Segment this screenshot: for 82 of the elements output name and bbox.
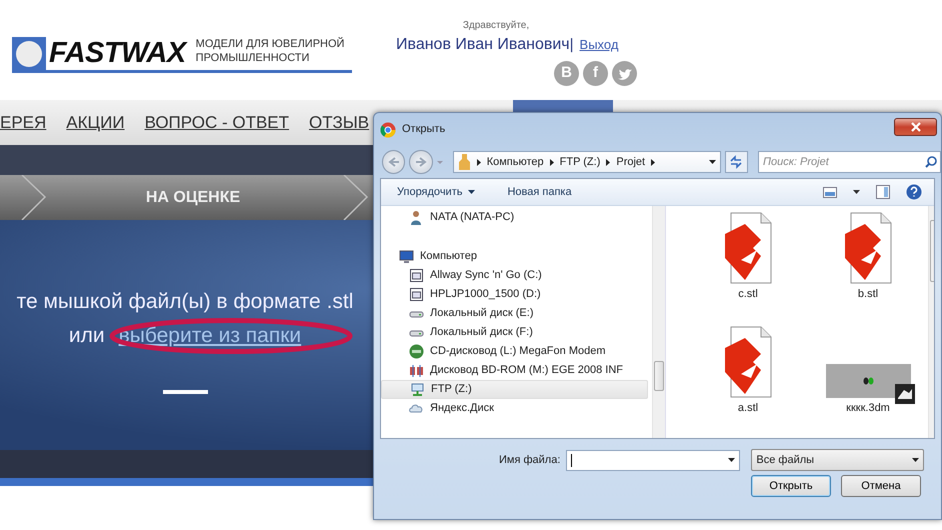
tree-item[interactable]: Дисковод BD-ROM (M:) EGE 2008 INF bbox=[381, 361, 648, 380]
toolbar-button[interactable]: Упорядочить bbox=[395, 184, 478, 200]
nav-link[interactable]: ВОПРОС - ОТВЕТ bbox=[144, 110, 290, 136]
chevron-icon bbox=[651, 158, 656, 166]
bird-icon bbox=[616, 67, 632, 80]
help-icon bbox=[906, 184, 922, 200]
tree-item[interactable]: Локальный диск (F:) bbox=[381, 323, 648, 342]
filename-field[interactable] bbox=[566, 450, 740, 470]
greeting-text: Здравствуйте, bbox=[462, 19, 530, 33]
refresh-icon bbox=[729, 155, 744, 169]
logo-text: FASTWAX bbox=[49, 37, 186, 69]
tree-item[interactable]: Локальный диск (E:) bbox=[381, 304, 648, 323]
file-name[interactable]: c.stl bbox=[738, 286, 758, 302]
chevron-icon bbox=[606, 158, 610, 166]
close-icon bbox=[910, 122, 920, 132]
breadcrumb-item[interactable]: Компьютер bbox=[486, 154, 544, 170]
search-field[interactable]: Поиск: Projet bbox=[758, 151, 942, 173]
scrollbar[interactable] bbox=[928, 206, 934, 438]
filename-label: Имя файла: bbox=[499, 452, 560, 468]
user-name: Иванов Иван Иванович bbox=[396, 35, 570, 55]
tree-item[interactable]: Компьютер bbox=[381, 247, 648, 266]
social-button[interactable] bbox=[612, 61, 637, 86]
file-name[interactable]: b.stl bbox=[858, 286, 878, 302]
step-label: НА ОЦЕНКЕ bbox=[144, 188, 242, 208]
computer-icon bbox=[399, 249, 414, 264]
tree-item[interactable]: Allway Sync 'n' Go (C:) bbox=[381, 266, 648, 285]
breadcrumb-item[interactable]: FTP (Z:) bbox=[560, 154, 600, 170]
arrow-icon bbox=[414, 156, 428, 168]
file-name[interactable]: a.stl bbox=[738, 400, 758, 416]
arrow-icon bbox=[387, 156, 400, 168]
scrollbar[interactable] bbox=[652, 206, 665, 438]
bd-icon bbox=[409, 363, 424, 378]
chevron-divider bbox=[343, 175, 369, 220]
tree-item[interactable]: Яндекс.Диск bbox=[381, 399, 648, 418]
file-type-dropdown[interactable]: Все файлы bbox=[751, 449, 924, 471]
nav-link[interactable]: ОТЗЫВ bbox=[309, 110, 370, 136]
dots-icon bbox=[862, 377, 874, 385]
dialog-button[interactable]: Открыть bbox=[751, 475, 831, 497]
logout-link[interactable]: Выход bbox=[580, 35, 618, 54]
stl-file-icon bbox=[843, 212, 893, 284]
preview-pane-icon bbox=[876, 185, 890, 199]
caret-icon bbox=[853, 190, 860, 194]
view-icon bbox=[823, 186, 837, 198]
tree-item[interactable]: HPLJP1000_1500 (D:) bbox=[381, 285, 648, 304]
or-text: или bbox=[68, 323, 105, 349]
nav-link[interactable]: ЕРЕЯ bbox=[0, 110, 46, 136]
refresh-button[interactable] bbox=[724, 151, 748, 173]
stl-file-icon bbox=[723, 326, 773, 398]
cd-icon bbox=[409, 344, 424, 359]
stl-file-icon bbox=[723, 212, 773, 284]
dialog-title: Открыть bbox=[402, 122, 446, 138]
tree-item[interactable]: FTP (Z:) bbox=[381, 380, 648, 399]
nav-link[interactable]: АКЦИИ bbox=[66, 110, 125, 136]
network-icon bbox=[410, 382, 425, 397]
folder-icon bbox=[458, 154, 471, 170]
address-bar[interactable]: Компьютер FTP (Z:) Projet bbox=[452, 151, 721, 173]
user-icon bbox=[409, 210, 424, 225]
instruction-text: те мышкой файл(ы) в формате .stl bbox=[16, 289, 354, 315]
caret-icon bbox=[728, 458, 736, 462]
chevron-divider bbox=[21, 175, 47, 220]
tree-item[interactable]: NATA (NATA-PC) bbox=[381, 208, 648, 227]
dialog-button[interactable]: Отмена bbox=[841, 475, 921, 497]
search-icon bbox=[925, 156, 938, 168]
badge-icon bbox=[894, 384, 914, 404]
close-button[interactable] bbox=[894, 118, 937, 136]
caret-icon bbox=[708, 160, 716, 164]
separator-text: | bbox=[570, 35, 574, 55]
toolbar-button[interactable]: Новая папка bbox=[505, 184, 574, 200]
logo-tagline: МОДЕЛИ ДЛЯ ЮВЕЛИРНОЙ ПРОМЫШЛЕННОСТИ bbox=[196, 37, 344, 65]
file-name[interactable]: кккк.3dm bbox=[846, 400, 890, 416]
drive-icon bbox=[409, 287, 424, 302]
drive-icon bbox=[409, 268, 424, 283]
caret-icon bbox=[912, 458, 920, 462]
back-button[interactable] bbox=[382, 150, 406, 174]
forward-button[interactable] bbox=[409, 150, 433, 174]
tree-item[interactable]: CD-дисковод (L:) MegaFon Modem bbox=[381, 342, 648, 361]
breadcrumb-item[interactable]: Projet bbox=[616, 154, 646, 170]
app-icon bbox=[380, 122, 396, 138]
chevron-icon bbox=[476, 158, 481, 166]
caret-icon bbox=[468, 190, 476, 194]
chevron-icon bbox=[550, 158, 554, 166]
caret-icon bbox=[436, 160, 443, 164]
